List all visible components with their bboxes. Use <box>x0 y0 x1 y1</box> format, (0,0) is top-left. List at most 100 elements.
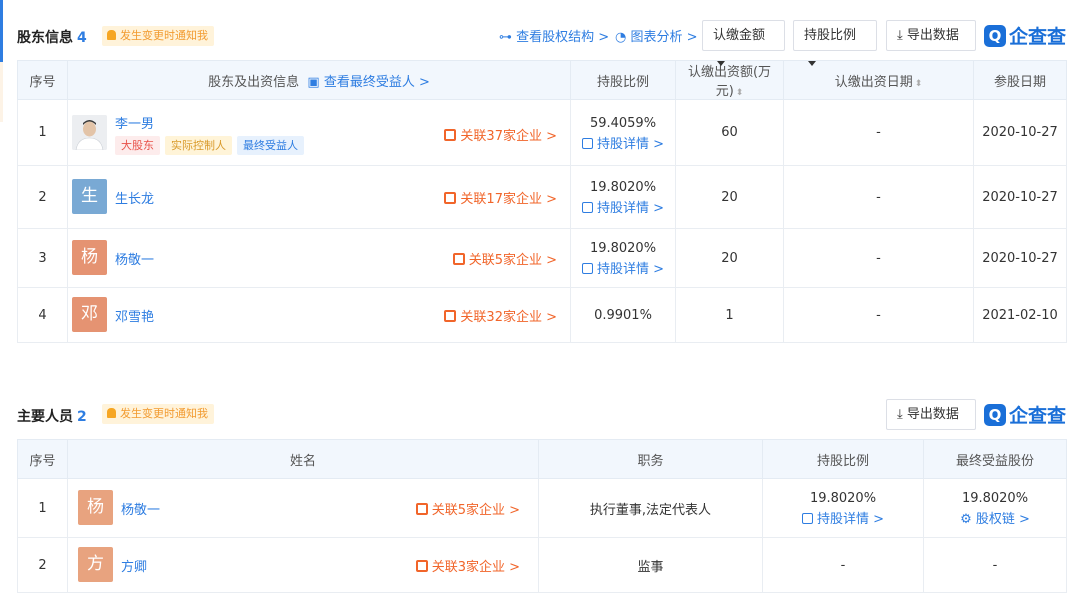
ratio-cell: 19.8020% 持股详情 > <box>570 228 676 288</box>
logo-mark-icon: Q <box>984 25 1006 47</box>
chain-icon: ⚙ <box>960 512 972 527</box>
related-companies-link[interactable]: 关联3家企业 > <box>415 556 520 575</box>
ratio-cell: 59.4059% 持股详情 > <box>570 99 676 166</box>
detail-label: 持股详情 > <box>596 262 665 277</box>
row-index: 1 <box>17 478 68 538</box>
section-count: 4 <box>77 30 87 46</box>
notify-label: 发生变更时通知我 <box>120 407 208 420</box>
related-companies-link[interactable]: 关联17家企业 > <box>444 188 557 207</box>
final-share-cell: - <box>923 537 1067 593</box>
related-companies-link[interactable]: 关联37家企业 > <box>444 125 557 144</box>
equity-structure-label: 查看股权结构 > <box>516 30 610 45</box>
avatar: 方 <box>78 547 113 582</box>
chart-analysis-label: 图表分析 > <box>630 30 698 45</box>
subscribe-date-cell: - <box>783 287 974 343</box>
person-photo-icon <box>72 115 107 150</box>
notify-change-button[interactable]: 发生变更时通知我 <box>102 26 214 46</box>
col-amount[interactable]: 认缴出资额(万元) ⬍ <box>675 60 784 100</box>
person-cell: 方 方卿 关联3家企业 > <box>67 537 539 593</box>
subscribe-date-cell: - <box>783 228 974 288</box>
shareholder-name-link[interactable]: 生长龙 <box>115 188 154 207</box>
subscribe-date-cell: - <box>783 165 974 229</box>
table-row: 3 杨 杨敬一 关联5家企业 > 19.8020% 持股详情 > 20 - 20… <box>17 228 1067 288</box>
col-index: 序号 <box>17 60 68 100</box>
export-data-button[interactable]: ⤓ 导出数据 <box>886 20 976 51</box>
avatar: 杨 <box>78 490 113 525</box>
logo-text: 企查查 <box>1009 26 1067 48</box>
related-label: 关联17家企业 > <box>460 192 557 207</box>
join-date-cell: 2020-10-27 <box>973 99 1067 166</box>
detail-label: 持股详情 > <box>596 136 665 152</box>
share-ratio-dropdown[interactable]: 持股比例 <box>793 20 877 66</box>
bell-icon <box>107 408 116 418</box>
related-label: 关联3家企业 > <box>431 560 520 575</box>
section-title: 股东信息 4 <box>17 27 87 47</box>
related-label: 关联5家企业 > <box>431 503 520 518</box>
section-count: 2 <box>77 409 87 425</box>
view-final-beneficiary-link[interactable]: ▣ 查看最终受益人 > <box>307 75 429 90</box>
ratio-value: 19.8020% <box>589 180 657 195</box>
shareholder-name-link[interactable]: 李一男 <box>115 113 154 132</box>
person-name-link[interactable]: 杨敬一 <box>121 499 160 518</box>
related-companies-link[interactable]: 关联32家企业 > <box>444 306 557 325</box>
qichacha-logo: Q 企查查 <box>984 22 1066 48</box>
detail-label: 持股详情 > <box>596 201 665 216</box>
notify-label: 发生变更时通知我 <box>120 29 208 42</box>
table-row: 2 生 生长龙 关联17家企业 > 19.8020% 持股详情 > 20 - 2… <box>17 165 1067 229</box>
person-name-link[interactable]: 方卿 <box>121 556 147 575</box>
amount-cell: 20 <box>675 165 784 229</box>
table-header-row: 序号 姓名 职务 持股比例 最终受益股份 <box>17 439 1067 479</box>
share-detail-link[interactable]: 持股详情 > <box>571 258 675 277</box>
col-name: 姓名 <box>67 439 539 479</box>
equity-chain-link[interactable]: ⚙ 股权链 > <box>924 508 1066 527</box>
share-detail-link[interactable]: 持股详情 > <box>571 197 675 216</box>
bell-icon <box>107 30 116 40</box>
caret-down-icon <box>717 61 725 66</box>
pie-chart-icon: ◔ <box>615 30 627 45</box>
ratio-cell: - <box>762 537 924 593</box>
related-companies-link[interactable]: 关联5家企业 > <box>415 499 520 518</box>
notify-change-button[interactable]: 发生变更时通知我 <box>102 404 214 424</box>
join-date-cell: 2021-02-10 <box>973 287 1067 343</box>
qichacha-logo: Q 企查查 <box>984 401 1066 427</box>
left-side-strip <box>0 62 3 122</box>
shareholders-header: 股东信息 4 发生变更时通知我 ⊶ 查看股权结构 > ◔ 图表分析 > 认缴金额 … <box>17 14 1066 66</box>
ratio-value: 0.9901% <box>594 307 652 323</box>
final-share-value: 19.8020% <box>961 491 1029 506</box>
personnel-table: 序号 姓名 职务 持股比例 最终受益股份 1 杨 杨敬一 关联5家企业 > 执行… <box>17 439 1067 593</box>
amount-cell: 20 <box>675 228 784 288</box>
ratio-value: 59.4059% <box>589 115 657 131</box>
share-detail-link[interactable]: 持股详情 > <box>763 508 923 527</box>
related-companies-link[interactable]: 关联5家企业 > <box>452 249 557 268</box>
avatar-photo <box>72 115 107 150</box>
export-data-button[interactable]: ⤓ 导出数据 <box>886 399 976 430</box>
related-label: 关联37家企业 > <box>460 129 557 144</box>
tag-group: 大股东 实际控制人 最终受益人 <box>115 136 309 155</box>
col-ratio: 持股比例 <box>762 439 924 479</box>
relation-icon <box>444 192 457 204</box>
structure-icon: ⊶ <box>499 30 512 45</box>
subscribe-date-cell: - <box>783 99 974 166</box>
view-equity-structure-link[interactable]: ⊶ 查看股权结构 > <box>499 26 609 45</box>
personnel-section: 主要人员 2 发生变更时通知我 ⤓ 导出数据 Q 企查查 序号 姓名 职务 持股比例… <box>17 396 1067 593</box>
logo-mark-icon: Q <box>984 404 1006 426</box>
ratio-cell: 19.8020% 持股详情 > <box>762 478 924 538</box>
subscribed-amount-dropdown[interactable]: 认缴金额 <box>702 20 785 66</box>
relation-icon <box>415 560 428 572</box>
shareholder-cell: 邓 邓雪艳 关联32家企业 > <box>67 287 571 343</box>
avatar: 生 <box>72 179 107 214</box>
subscribed-amount-label: 认缴金额 <box>713 28 766 43</box>
ratio-cell: 0.9901% <box>570 287 676 343</box>
detail-icon <box>581 202 593 213</box>
section-title: 主要人员 2 <box>17 406 87 426</box>
col-info-label: 股东及出资信息 <box>208 74 300 90</box>
shareholder-cell: 生 生长龙 关联17家企业 > <box>67 165 571 229</box>
amount-cell: 1 <box>675 287 784 343</box>
table-row: 1 李一男 大股东 实际控制人 最终受益人 关联37家企业 > 59.4059%… <box>17 99 1067 166</box>
chart-analysis-link[interactable]: ◔ 图表分析 > <box>615 26 698 45</box>
shareholder-name-link[interactable]: 邓雪艳 <box>115 306 154 325</box>
share-detail-link[interactable]: 持股详情 > <box>571 133 675 152</box>
section-title-text: 主要人员 <box>17 409 73 425</box>
shareholder-cell: 杨 杨敬一 关联5家企业 > <box>67 228 571 288</box>
shareholder-name-link[interactable]: 杨敬一 <box>115 249 154 268</box>
